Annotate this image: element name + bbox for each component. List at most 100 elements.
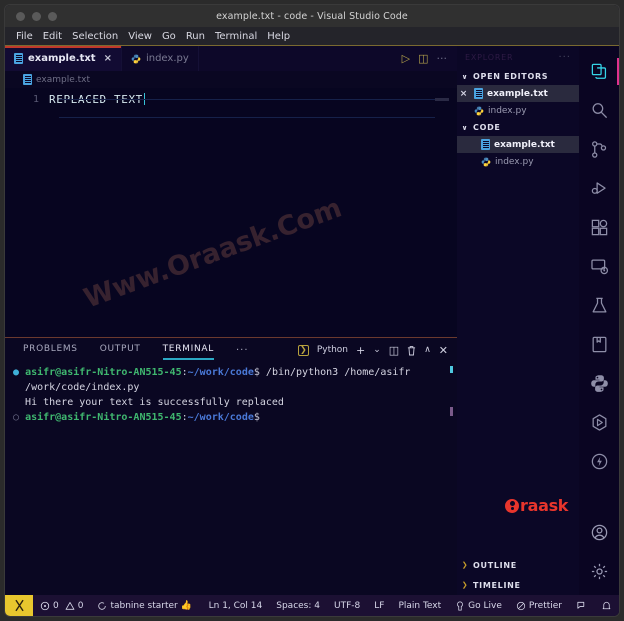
source-control-icon xyxy=(591,141,606,158)
editor-group: example.txt × index.py ▷ ◫ ··· example.t… xyxy=(5,46,457,595)
section-header-code[interactable]: ∨ CODE xyxy=(457,119,579,136)
breadcrumb[interactable]: example.txt xyxy=(5,71,457,88)
sidebar-title-bar: EXPLORER ··· xyxy=(457,46,579,68)
sidebar-more-icon[interactable]: ··· xyxy=(558,52,571,63)
active-shell-name[interactable]: Python xyxy=(317,345,348,355)
editor-tab-bar: example.txt × index.py ▷ ◫ ··· xyxy=(5,46,457,71)
chevron-right-icon: ❯ xyxy=(461,561,469,569)
text-file-icon xyxy=(474,88,483,99)
chevron-down-icon[interactable]: ⌄ xyxy=(373,345,381,355)
feedback-icon xyxy=(577,601,585,609)
tab-problems[interactable]: PROBLEMS xyxy=(23,344,78,357)
terminal-output[interactable]: ● asifr@asifr-Nitro-AN515-45:~/work/code… xyxy=(5,362,457,595)
activity-explorer-button[interactable] xyxy=(579,52,619,91)
section-header-timeline[interactable]: ❯ TIMELINE xyxy=(457,575,579,595)
section-label: TIMELINE xyxy=(473,580,521,590)
watermark: Www.Oraask.Com xyxy=(79,192,346,315)
menu-item-file[interactable]: File xyxy=(16,31,33,42)
go-live-status[interactable]: Go Live xyxy=(448,601,509,611)
prettier-label: Prettier xyxy=(528,600,562,611)
python-icon xyxy=(590,375,608,392)
menu-item-go[interactable]: Go xyxy=(162,31,176,42)
terminal-scrollbar-marker[interactable] xyxy=(450,366,453,373)
indentation-status[interactable]: Spaces: 4 xyxy=(269,601,327,611)
close-icon[interactable]: × xyxy=(104,53,112,64)
close-icon[interactable]: × xyxy=(457,89,470,99)
remote-window-button[interactable] xyxy=(5,595,33,616)
tab-output[interactable]: OUTPUT xyxy=(100,344,141,357)
new-terminal-icon[interactable]: + xyxy=(356,345,365,356)
panel-more-icon[interactable]: ··· xyxy=(236,345,249,356)
terminal-line: ○ asifr@asifr-Nitro-AN515-45:~/work/code… xyxy=(13,412,260,423)
panel-header: PROBLEMS OUTPUT TERMINAL ··· ❯ Python + … xyxy=(5,338,457,362)
menu-item-run[interactable]: Run xyxy=(186,31,205,42)
section-header-outline[interactable]: ❯ OUTLINE xyxy=(457,555,579,575)
oraask-wordmark: raask xyxy=(520,496,569,515)
chevron-down-icon: ∨ xyxy=(461,72,469,81)
prompt-bullet: ● xyxy=(13,367,20,378)
open-editor-example-txt[interactable]: × example.txt xyxy=(457,85,579,102)
more-actions-icon[interactable]: ··· xyxy=(437,53,448,64)
activity-account-button[interactable] xyxy=(579,513,619,552)
section-code: ∨ CODE example.txt index.py xyxy=(457,119,579,170)
line-number: 1 xyxy=(32,94,39,105)
activity-docker-button[interactable] xyxy=(579,403,619,442)
prettier-status[interactable]: Prettier xyxy=(509,601,569,611)
activity-testing-button[interactable] xyxy=(579,286,619,325)
tab-terminal[interactable]: TERMINAL xyxy=(162,344,215,360)
activity-settings-button[interactable] xyxy=(579,552,619,591)
open-editor-index-py[interactable]: index.py xyxy=(457,102,579,119)
activity-extensions-button[interactable] xyxy=(579,208,619,247)
activity-source-control-button[interactable] xyxy=(579,130,619,169)
list-item-label: index.py xyxy=(495,156,534,167)
activity-remote-explorer-button[interactable] xyxy=(579,247,619,286)
minimap[interactable] xyxy=(435,98,449,101)
sidebar-empty-space: raask xyxy=(457,170,579,555)
activity-search-button[interactable] xyxy=(579,91,619,130)
encoding-status[interactable]: UTF-8 xyxy=(327,601,367,611)
tabnine-status[interactable]: tabnine starter 👍 xyxy=(90,601,198,611)
text-file-icon xyxy=(481,139,490,150)
section-label: CODE xyxy=(473,123,501,132)
menu-item-edit[interactable]: Edit xyxy=(43,31,62,42)
terminal-scrollbar-thumb[interactable] xyxy=(450,407,453,416)
tab-example-txt[interactable]: example.txt × xyxy=(5,46,122,71)
activity-notebook-button[interactable] xyxy=(579,325,619,364)
split-editor-icon[interactable]: ◫ xyxy=(418,53,428,64)
window-title: example.txt - code - Visual Studio Code xyxy=(216,10,408,22)
search-icon xyxy=(592,103,607,119)
section-label: OUTLINE xyxy=(473,560,517,570)
sidebar-footer: ❯ OUTLINE ❯ TIMELINE xyxy=(457,555,579,595)
file-example-txt[interactable]: example.txt xyxy=(457,136,579,153)
activity-python-button[interactable] xyxy=(579,364,619,403)
editor-content[interactable]: 1 REPLACED TEXT Www.Oraask.Com xyxy=(5,88,457,337)
run-file-icon[interactable]: ▷ xyxy=(402,53,410,64)
activity-thunder-client-button[interactable] xyxy=(579,442,619,481)
run-and-debug-icon xyxy=(591,182,606,194)
notifications-button[interactable] xyxy=(594,600,619,611)
menu-item-terminal[interactable]: Terminal xyxy=(215,31,257,42)
section-header-open-editors[interactable]: ∨ OPEN EDITORS xyxy=(457,68,579,85)
menu-item-help[interactable]: Help xyxy=(267,31,290,42)
prompt-bullet: ○ xyxy=(13,412,20,423)
tab-label: index.py xyxy=(145,53,189,64)
eol-status[interactable]: LF xyxy=(367,601,391,611)
close-panel-icon[interactable]: ✕ xyxy=(439,345,448,356)
file-index-py[interactable]: index.py xyxy=(457,153,579,170)
activity-run-debug-button[interactable] xyxy=(579,169,619,208)
menu-item-view[interactable]: View xyxy=(128,31,152,42)
sync-icon xyxy=(98,601,107,610)
breadcrumb-file: example.txt xyxy=(36,74,90,85)
trash-icon[interactable] xyxy=(407,345,416,356)
tab-index-py[interactable]: index.py xyxy=(121,46,199,71)
split-terminal-icon[interactable]: ◫ xyxy=(389,345,399,356)
chevron-right-icon: ❯ xyxy=(461,581,469,589)
menu-item-selection[interactable]: Selection xyxy=(72,31,118,42)
feedback-button[interactable] xyxy=(569,600,594,611)
testing-icon xyxy=(592,297,606,313)
thumbs-up-icon: 👍 xyxy=(180,600,192,611)
language-mode-status[interactable]: Plain Text xyxy=(391,601,448,611)
problems-status[interactable]: 0 0 xyxy=(33,601,90,611)
cursor-position-status[interactable]: Ln 1, Col 14 xyxy=(202,601,270,611)
maximize-panel-icon[interactable]: ∧ xyxy=(424,345,431,355)
